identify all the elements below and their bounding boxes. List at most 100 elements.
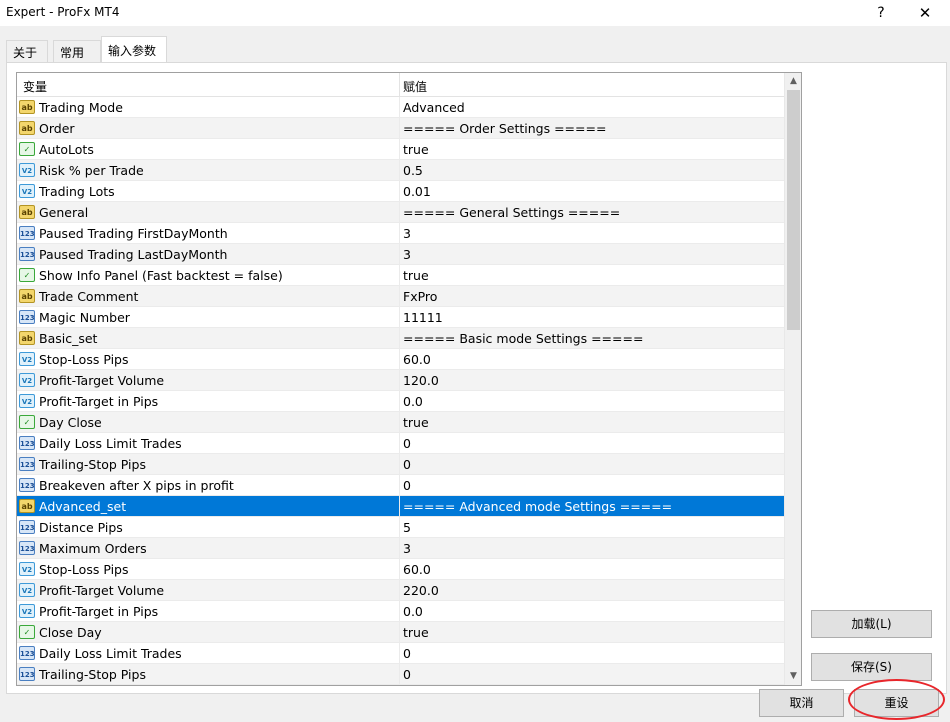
variable-value[interactable]: 0 bbox=[403, 436, 411, 451]
variable-value[interactable]: Advanced bbox=[403, 100, 465, 115]
double-type-icon: V2 bbox=[19, 163, 35, 177]
tab-common[interactable]: 常用 bbox=[53, 40, 101, 62]
variable-value[interactable]: 3 bbox=[403, 247, 411, 262]
table-row[interactable]: ✓ AutoLots true bbox=[17, 139, 784, 160]
variable-value[interactable]: ===== General Settings ===== bbox=[403, 205, 620, 220]
variable-value[interactable]: 0.01 bbox=[403, 184, 431, 199]
grid-header: 变量 赋值 bbox=[17, 73, 784, 97]
variable-value[interactable]: 0 bbox=[403, 667, 411, 682]
table-row[interactable]: 123 Breakeven after X pips in profit 0 bbox=[17, 475, 784, 496]
column-header-variable[interactable]: 变量 bbox=[23, 78, 47, 95]
load-button[interactable]: 加载(L) bbox=[811, 610, 932, 638]
variable-value[interactable]: 11111 bbox=[403, 310, 443, 325]
table-row[interactable]: 123 Paused Trading LastDayMonth 3 bbox=[17, 244, 784, 265]
bool-type-icon: ✓ bbox=[19, 268, 35, 282]
table-row[interactable]: V2 Profit-Target in Pips 0.0 bbox=[17, 601, 784, 622]
column-divider[interactable] bbox=[399, 73, 400, 97]
variable-value[interactable]: true bbox=[403, 142, 429, 157]
table-row[interactable]: V2 Profit-Target in Pips 0.0 bbox=[17, 391, 784, 412]
cell-divider bbox=[399, 412, 400, 433]
cancel-button[interactable]: 取消 bbox=[759, 689, 844, 717]
variable-value[interactable]: true bbox=[403, 268, 429, 283]
tab-input-params[interactable]: 输入参数 bbox=[101, 36, 167, 63]
table-row[interactable]: V2 Profit-Target Volume 120.0 bbox=[17, 370, 784, 391]
table-row[interactable]: ab General ===== General Settings ===== bbox=[17, 202, 784, 223]
variable-value[interactable]: 60.0 bbox=[403, 562, 431, 577]
cell-divider bbox=[399, 664, 400, 685]
table-row[interactable]: V2 Profit-Target Volume 220.0 bbox=[17, 580, 784, 601]
table-row[interactable]: ab Trading Mode Advanced bbox=[17, 97, 784, 118]
variable-name: Close Day bbox=[39, 625, 102, 640]
cell-divider bbox=[399, 496, 400, 517]
close-icon[interactable]: ✕ bbox=[912, 2, 938, 24]
table-row[interactable]: 123 Daily Loss Limit Trades 0 bbox=[17, 433, 784, 454]
variable-value[interactable]: 0.5 bbox=[403, 163, 423, 178]
table-row[interactable]: 123 Distance Pips 5 bbox=[17, 517, 784, 538]
title-bar: Expert - ProFx MT4 ? ✕ bbox=[0, 0, 950, 26]
cell-divider bbox=[399, 307, 400, 328]
double-type-icon: V2 bbox=[19, 373, 35, 387]
variable-value[interactable]: 5 bbox=[403, 520, 411, 535]
table-row[interactable]: V2 Risk % per Trade 0.5 bbox=[17, 160, 784, 181]
column-header-value[interactable]: 赋值 bbox=[403, 78, 427, 95]
cell-divider bbox=[399, 454, 400, 475]
variable-value[interactable]: 3 bbox=[403, 541, 411, 556]
variable-value[interactable]: 0.0 bbox=[403, 604, 423, 619]
table-row[interactable]: ✓ Close Day true bbox=[17, 622, 784, 643]
variable-value[interactable]: true bbox=[403, 415, 429, 430]
variable-value[interactable]: 0 bbox=[403, 457, 411, 472]
table-row[interactable]: V2 Stop-Loss Pips 60.0 bbox=[17, 349, 784, 370]
scroll-up-arrow-icon[interactable]: ▲ bbox=[785, 73, 801, 90]
table-row[interactable]: 123 Maximum Orders 3 bbox=[17, 538, 784, 559]
variable-value[interactable]: ===== Advanced mode Settings ===== bbox=[403, 499, 672, 514]
parameters-grid[interactable]: 变量 赋值 ab Trading Mode Advanced ab Order =====… bbox=[16, 72, 802, 686]
table-row[interactable]: ✓ Day Close true bbox=[17, 412, 784, 433]
variable-value[interactable]: ===== Basic mode Settings ===== bbox=[403, 331, 643, 346]
vertical-scrollbar[interactable]: ▲ ▼ bbox=[784, 73, 801, 685]
save-button[interactable]: 保存(S) bbox=[811, 653, 932, 681]
cell-divider bbox=[399, 370, 400, 391]
table-row[interactable]: ab Trade Comment FxPro bbox=[17, 286, 784, 307]
table-row[interactable]: ✓ Show Info Panel (Fast backtest = false)… bbox=[17, 265, 784, 286]
cell-divider bbox=[399, 328, 400, 349]
variable-value[interactable]: FxPro bbox=[403, 289, 437, 304]
table-row[interactable]: 123 Trailing-Stop Pips 0 bbox=[17, 664, 784, 685]
variable-value[interactable]: 0 bbox=[403, 646, 411, 661]
table-row[interactable]: 123 Daily Loss Limit Trades 0 bbox=[17, 643, 784, 664]
integer-type-icon: 123 bbox=[19, 247, 35, 261]
variable-value[interactable]: 120.0 bbox=[403, 373, 439, 388]
table-row[interactable]: 123 Trailing-Stop Pips 0 bbox=[17, 454, 784, 475]
variable-name: Paused Trading FirstDayMonth bbox=[39, 226, 228, 241]
cell-divider bbox=[399, 244, 400, 265]
variable-value[interactable]: 0 bbox=[403, 478, 411, 493]
table-row[interactable]: ab Order ===== Order Settings ===== bbox=[17, 118, 784, 139]
variable-name: Profit-Target in Pips bbox=[39, 604, 159, 619]
table-row[interactable]: ab Basic_set ===== Basic mode Settings ===… bbox=[17, 328, 784, 349]
table-row[interactable]: V2 Trading Lots 0.01 bbox=[17, 181, 784, 202]
help-icon[interactable]: ? bbox=[870, 2, 892, 24]
variable-value[interactable]: 220.0 bbox=[403, 583, 439, 598]
variable-value[interactable]: ===== Order Settings ===== bbox=[403, 121, 606, 136]
table-row[interactable]: 123 Magic Number 11111 bbox=[17, 307, 784, 328]
integer-type-icon: 123 bbox=[19, 478, 35, 492]
variable-value[interactable]: 60.0 bbox=[403, 352, 431, 367]
tab-about[interactable]: 关于 bbox=[6, 40, 48, 62]
cell-divider bbox=[399, 160, 400, 181]
variable-value[interactable]: 0.0 bbox=[403, 394, 423, 409]
table-row[interactable]: ab Advanced_set ===== Advanced mode Settin… bbox=[17, 496, 784, 517]
scrollbar-thumb[interactable] bbox=[787, 90, 800, 330]
variable-value[interactable]: true bbox=[403, 625, 429, 640]
table-row[interactable]: 123 Paused Trading FirstDayMonth 3 bbox=[17, 223, 784, 244]
variable-name: Advanced_set bbox=[39, 499, 127, 514]
variable-name: Trading Mode bbox=[39, 100, 123, 115]
string-type-icon: ab bbox=[19, 100, 35, 114]
grid-rows: ab Trading Mode Advanced ab Order ===== Order… bbox=[17, 97, 784, 685]
table-row[interactable]: V2 Stop-Loss Pips 60.0 bbox=[17, 559, 784, 580]
variable-value[interactable]: 3 bbox=[403, 226, 411, 241]
cell-divider bbox=[399, 475, 400, 496]
cell-divider bbox=[399, 139, 400, 160]
cell-divider bbox=[399, 517, 400, 538]
cell-divider bbox=[399, 601, 400, 622]
cell-divider bbox=[399, 559, 400, 580]
scroll-down-arrow-icon[interactable]: ▼ bbox=[785, 668, 801, 685]
